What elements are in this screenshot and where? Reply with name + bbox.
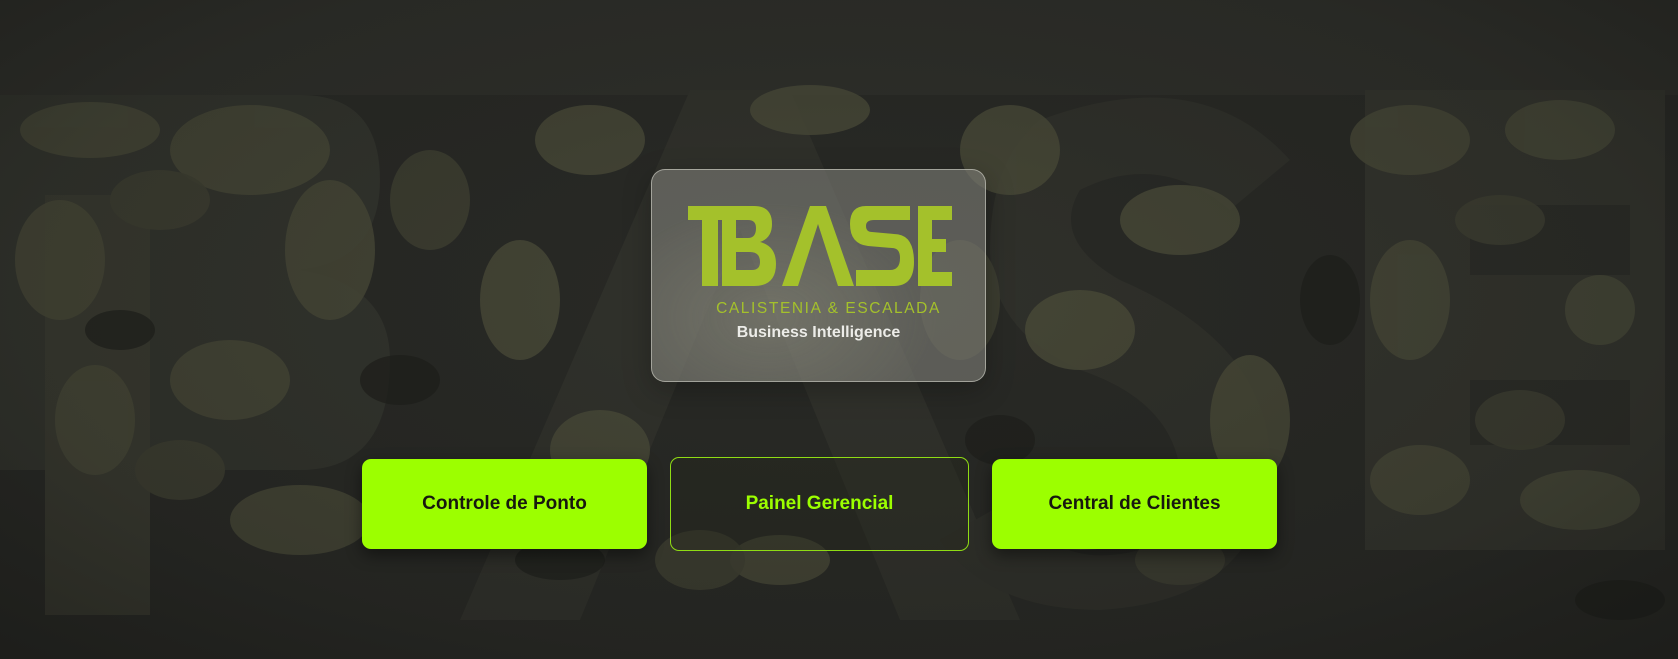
- app-subtitle: Business Intelligence: [736, 324, 901, 341]
- painel-gerencial-label: Painel Gerencial: [745, 493, 894, 514]
- central-de-clientes-button[interactable]: Central de Clientes: [992, 459, 1277, 549]
- logo-tagline: CALISTENIA & ESCALADA: [716, 300, 941, 317]
- controle-de-ponto-label: Controle de Ponto: [422, 493, 587, 514]
- base-logo: [688, 206, 952, 286]
- central-de-clientes-label: Central de Clientes: [1048, 493, 1221, 514]
- logo-card: CALISTENIA & ESCALADA Business Intellige…: [651, 169, 986, 382]
- painel-gerencial-button[interactable]: Painel Gerencial: [670, 457, 969, 551]
- controle-de-ponto-button[interactable]: Controle de Ponto: [362, 459, 647, 549]
